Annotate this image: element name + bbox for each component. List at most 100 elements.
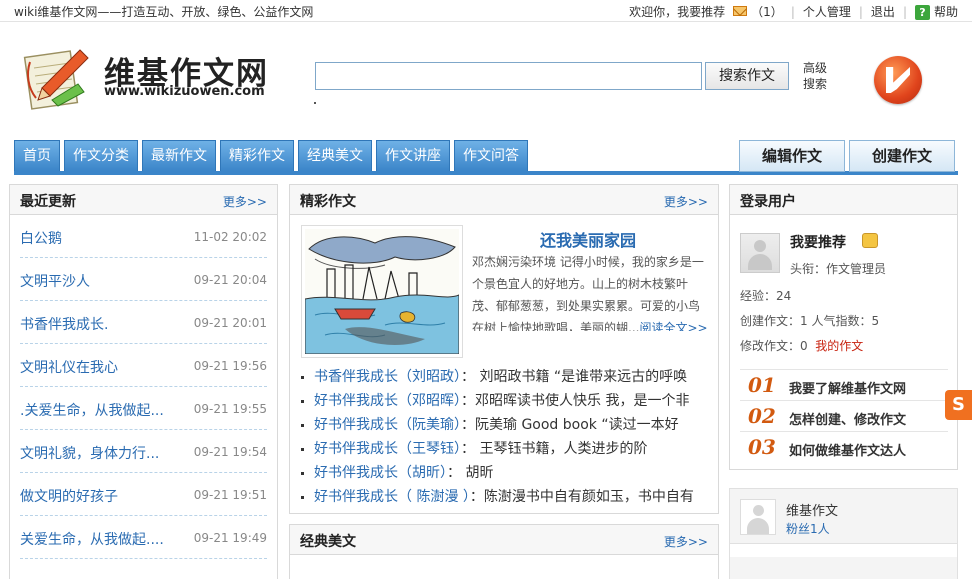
guide-item[interactable]: 02 怎样创建、修改作文 [740, 400, 948, 431]
guide-item[interactable]: 01 我要了解维基作文网 [740, 369, 948, 400]
mail-link[interactable]: （1） [733, 3, 783, 20]
list-item: 文明礼仪在我心 09-21 19:56 [20, 344, 267, 387]
edit-article-button[interactable]: 编辑作文 [739, 140, 845, 172]
article-snippet: ： 胡昕 [447, 465, 494, 481]
profile-link[interactable]: 个人管理 [803, 3, 851, 20]
login-user-panel: 登录用户 我要推荐 头衔：作文管理员 经验：24 创建作文：1 人气指数：5 修… [729, 184, 958, 470]
guide-label: 如何做维基作文达人 [789, 444, 907, 459]
recent-updates-panel: 最近更新 更多>> 白公鹅 11-02 20:02 文明平沙人 09-21 20:0… [9, 184, 278, 579]
floating-input-icon[interactable]: S [945, 390, 972, 420]
user-rank: 头衔：作文管理员 [790, 262, 887, 276]
panel-title: 精彩作文 [300, 194, 356, 210]
list-item: 好书伴我成长（王琴钰）： 王琴钰书籍，人类进步的阶 [300, 437, 712, 461]
classic-essays-panel: 经典美文 更多>> [289, 524, 719, 579]
article-link[interactable]: 好书伴我成长（ 陈澍漫 ） [314, 489, 470, 505]
main-nav: 首页 作文分类 最新作文 精彩作文 经典美文 作文讲座 作文问答 [14, 140, 532, 172]
advanced-search-link[interactable]: 高级搜索 [803, 60, 833, 92]
divider: | [902, 4, 907, 19]
mail-icon [733, 6, 748, 16]
featured-illustration[interactable] [301, 225, 463, 358]
article-link[interactable]: 白公鹅 [20, 228, 180, 248]
tab-latest[interactable]: 最新作文 [142, 140, 216, 172]
top-bar: wiki维基作文网——打造互动、开放、绿色、公益作文网 欢迎你，我要推荐 （1）… [0, 0, 972, 22]
top-bar-links: 欢迎你，我要推荐 （1） | 个人管理 | 退出 | ? 帮助 [621, 3, 958, 20]
article-date: 09-21 19:49 [193, 531, 267, 545]
avatar[interactable] [740, 233, 780, 273]
drawing-image [304, 229, 460, 355]
featured-article-title[interactable]: 还我美丽家园 [540, 227, 636, 251]
list-item: .关爱生命，从我做起... 09-21 19:55 [20, 387, 267, 430]
list-item: 书香伴我成长. 09-21 20:01 [20, 301, 267, 344]
fans-count[interactable]: 粉丝1人 [786, 520, 830, 537]
list-item: 做文明的好孩子 09-21 19:51 [20, 473, 267, 516]
guide-label: 我要了解维基作文网 [789, 382, 907, 397]
list-item: 好书伴我成长（邓昭晖）：邓昭晖读书使人快乐 我，是一个非 [300, 389, 712, 413]
my-articles-link[interactable]: 我的作文 [815, 339, 863, 353]
more-link[interactable]: 更多>> [223, 193, 267, 210]
article-link[interactable]: 文明平沙人 [20, 271, 180, 291]
article-date: 09-21 19:54 [193, 445, 267, 459]
article-link[interactable]: 书香伴我成长（刘昭政） [314, 369, 461, 385]
featured-excerpt: 邓杰娴污染环境 记得小时候，我的家乡是一个景色宜人的好地方。山上的树木枝繁叶茂、… [472, 251, 710, 331]
article-date: 11-02 20:02 [193, 230, 267, 244]
tab-home[interactable]: 首页 [14, 140, 60, 172]
article-link[interactable]: 好书伴我成长（邓昭晖） [314, 393, 461, 409]
follow-name[interactable]: 维基作文 [786, 500, 838, 519]
help-link[interactable]: ? 帮助 [914, 3, 958, 20]
tab-classic[interactable]: 经典美文 [298, 140, 372, 172]
article-link[interactable]: 好书伴我成长（阮美瑜） [314, 417, 461, 433]
search-input[interactable] [316, 63, 701, 89]
more-link[interactable]: 更多>> [664, 533, 708, 550]
list-item: 文明平沙人 09-21 20:04 [20, 258, 267, 301]
article-link[interactable]: 书香伴我成长. [20, 314, 180, 334]
site-logo[interactable]: 维基作文网 www.wikizuowen.com [22, 44, 272, 114]
article-link[interactable]: 文明礼仪在我心 [20, 357, 180, 377]
divider: | [790, 4, 795, 19]
guide-list: 01 我要了解维基作文网 02 怎样创建、修改作文 03 如何做维基作文达人 [740, 369, 948, 462]
create-article-button[interactable]: 创建作文 [849, 140, 955, 172]
tab-featured[interactable]: 精彩作文 [220, 140, 294, 172]
article-link[interactable]: .关爱生命，从我做起... [20, 400, 180, 420]
user-exp: 经验：24 [740, 289, 792, 303]
guide-label: 怎样创建、修改作文 [789, 413, 907, 428]
decorative-dot [314, 102, 316, 104]
article-link[interactable]: 好书伴我成长（胡昕） [314, 465, 447, 481]
search-box [315, 62, 702, 90]
guide-item[interactable]: 03 如何做维基作文达人 [740, 431, 948, 462]
brand-badge-icon[interactable] [874, 56, 922, 104]
article-date: 09-21 19:56 [193, 359, 267, 373]
search-button[interactable]: 搜索作文 [705, 62, 789, 90]
panel-title: 登录用户 [740, 194, 796, 210]
panel-header: 经典美文 更多>> [290, 525, 718, 555]
article-date: 09-21 20:01 [193, 316, 267, 330]
help-label: 帮助 [933, 5, 958, 19]
logout-link[interactable]: 退出 [871, 3, 895, 20]
user-name[interactable]: 我要推荐 [790, 232, 846, 252]
avatar[interactable] [740, 499, 776, 535]
divider: | [858, 4, 863, 19]
article-snippet: ： 王琴钰书籍，人类进步的阶 [461, 441, 648, 457]
article-link[interactable]: 文明礼貌，身体力行... [20, 443, 180, 463]
logo-url: www.wikizuowen.com [104, 84, 265, 99]
article-link[interactable]: 好书伴我成长（王琴钰） [314, 441, 461, 457]
site-slogan: wiki维基作文网——打造互动、开放、绿色、公益作文网 [14, 5, 314, 19]
welcome-link[interactable]: 欢迎你，我要推荐 [629, 3, 725, 20]
featured-list: 书香伴我成长（刘昭政）： 刘昭政书籍 “是谁带来远古的呼唤 好书伴我成长（邓昭晖… [300, 365, 712, 509]
user-stats: 经验：24 创建作文：1 人气指数：5 修改作文：0 我的作文 [740, 284, 879, 359]
panel-header: 精彩作文 更多>> [290, 185, 718, 215]
tab-categories[interactable]: 作文分类 [64, 140, 138, 172]
tab-lectures[interactable]: 作文讲座 [376, 140, 450, 172]
article-date: 09-21 20:04 [193, 273, 267, 287]
more-link[interactable]: 更多>> [664, 193, 708, 210]
article-snippet: ： 刘昭政书籍 “是谁带来远古的呼唤 [461, 369, 688, 385]
user-created: 创建作文：1 人气指数：5 [740, 314, 880, 328]
article-date: 09-21 19:55 [193, 402, 267, 416]
user-edited-row: 修改作文：0 我的作文 [740, 334, 879, 359]
article-snippet: ：邓昭晖读书使人快乐 我，是一个非 [461, 393, 690, 409]
read-more-link[interactable]: 阅读全文>> [639, 321, 707, 331]
tab-qa[interactable]: 作文问答 [454, 140, 528, 172]
list-item: 白公鹅 11-02 20:02 [20, 215, 267, 258]
panel-header: 最近更新 更多>> [10, 185, 277, 215]
article-link[interactable]: 关爱生命，从我做起.... [20, 529, 180, 549]
article-link[interactable]: 做文明的好孩子 [20, 486, 180, 506]
